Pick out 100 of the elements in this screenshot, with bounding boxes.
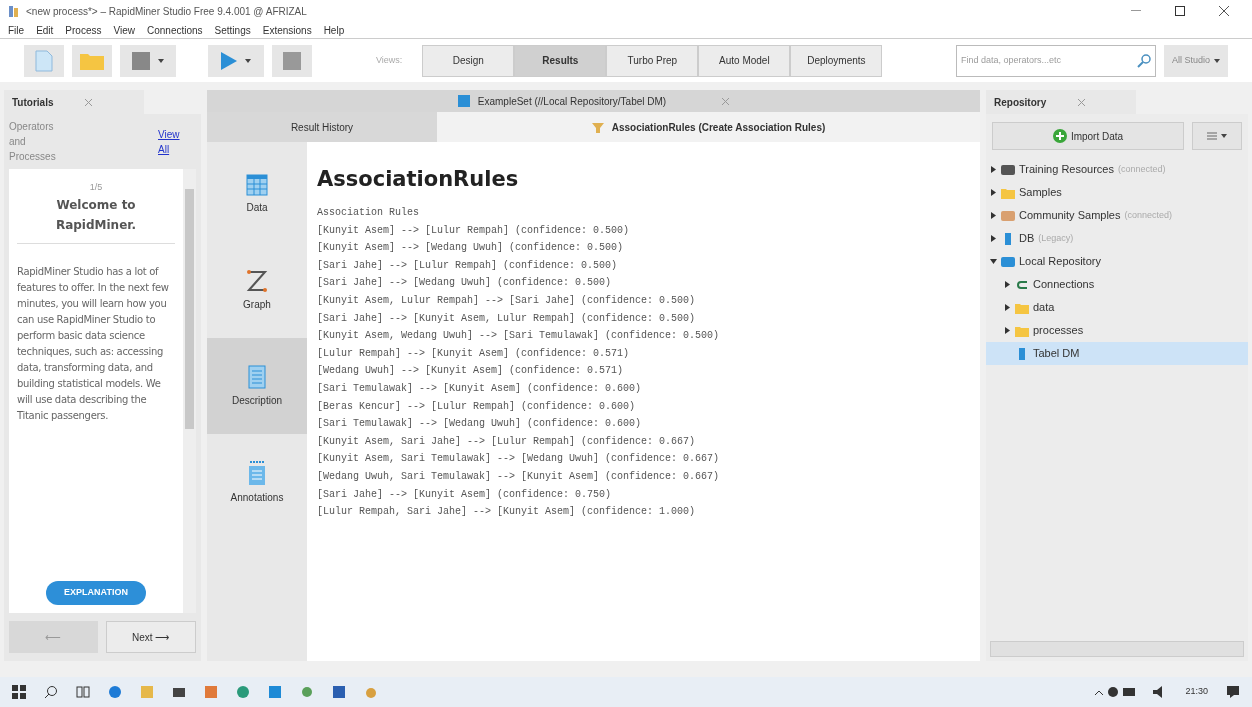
view-tab[interactable]: Results bbox=[514, 44, 607, 77]
tree-item[interactable]: data bbox=[986, 296, 1248, 319]
tree-item[interactable]: DB (Legacy) bbox=[986, 227, 1248, 250]
app-icon[interactable] bbox=[364, 685, 378, 699]
menu-item[interactable]: Process bbox=[65, 22, 102, 38]
view-button[interactable]: Description bbox=[207, 338, 307, 434]
tray-icon[interactable] bbox=[1095, 686, 1136, 698]
save-icon bbox=[132, 51, 150, 70]
table-tab-icon bbox=[457, 95, 470, 107]
tree-label: Local Repository bbox=[1019, 254, 1101, 270]
view-button[interactable]: Graph bbox=[207, 242, 307, 338]
close-icon[interactable] bbox=[1078, 98, 1086, 106]
expander-icon[interactable] bbox=[990, 212, 997, 219]
connection-icon bbox=[1015, 278, 1029, 291]
mail-icon[interactable] bbox=[172, 685, 186, 699]
menu-item[interactable]: Settings bbox=[214, 22, 251, 38]
document-icon bbox=[248, 364, 266, 389]
view-button[interactable]: Data bbox=[207, 146, 307, 242]
page-counter: 1/5 bbox=[89, 181, 103, 194]
expander-icon[interactable] bbox=[990, 189, 997, 196]
next-button[interactable]: Next ⟶ bbox=[105, 621, 196, 653]
import-data-button[interactable]: Import Data bbox=[992, 122, 1184, 150]
play-icon bbox=[221, 51, 237, 70]
tree-label: Community Samples bbox=[1019, 208, 1121, 224]
expander-icon[interactable] bbox=[1004, 281, 1011, 288]
rule-line: [Lulur Rempah] --> [Kunyit Asem] (confidence: 0.571) bbox=[317, 346, 631, 361]
rule-line: [Sari Jahe] --> [Kunyit Asem] (confidence: 0.750) bbox=[317, 487, 613, 502]
results-tab[interactable]: ExampleSet (//Local Repository/Tabel DM) bbox=[477, 93, 667, 109]
tree-item[interactable]: Samples bbox=[986, 181, 1248, 204]
tree-note: (Legacy) bbox=[1038, 231, 1074, 245]
expander-icon[interactable] bbox=[1004, 304, 1011, 311]
rule-line: [Kunyit Asem] --> [Wedang Uwuh] (confidence: 0.500) bbox=[317, 241, 625, 256]
menu-item[interactable]: Help bbox=[323, 22, 345, 38]
menu-item[interactable]: Extensions bbox=[262, 22, 312, 38]
expander-icon[interactable] bbox=[990, 258, 997, 265]
tree-item[interactable]: Training Resources (connected) bbox=[986, 158, 1248, 181]
view-button[interactable]: Annotations bbox=[207, 434, 307, 530]
tree-label: data bbox=[1033, 300, 1055, 316]
tree-item[interactable]: Tabel DM bbox=[986, 342, 1248, 365]
menu-item[interactable]: Connections bbox=[147, 22, 203, 38]
view-tab[interactable]: Deployments bbox=[790, 44, 883, 77]
menu-dropdown-button[interactable] bbox=[1192, 122, 1242, 150]
clock: 21:30 bbox=[1185, 685, 1208, 699]
menu-item[interactable]: Edit bbox=[36, 22, 54, 38]
result-tab[interactable]: Result History bbox=[207, 112, 437, 142]
caret-icon bbox=[1214, 58, 1220, 63]
caret-icon bbox=[158, 58, 164, 63]
tree-label: Training Resources bbox=[1019, 162, 1114, 178]
start-icon[interactable] bbox=[12, 685, 26, 699]
save-button[interactable] bbox=[120, 44, 176, 77]
expander-icon[interactable] bbox=[990, 235, 997, 242]
notification-icon[interactable] bbox=[1226, 685, 1240, 699]
minimize-button[interactable] bbox=[1131, 10, 1141, 12]
view-all-link[interactable]: View All bbox=[158, 126, 184, 157]
menu-item[interactable]: File bbox=[8, 22, 25, 38]
views-label: Views: bbox=[376, 53, 403, 67]
tree-label: Tabel DM bbox=[1033, 346, 1080, 362]
result-tab[interactable]: AssociationRules (Create Association Rules) bbox=[437, 112, 980, 142]
expander-icon[interactable] bbox=[990, 166, 997, 173]
rule-line: [Kunyit Asem, Lulur Rempah] --> [Sari Jahe] (confidence: 0.500) bbox=[317, 293, 697, 308]
expander-icon[interactable] bbox=[1004, 327, 1011, 334]
rule-line: [Beras Kencur] --> [Lulur Rempah] (confidence: 0.600) bbox=[317, 399, 637, 414]
window-title: <new process*> – RapidMiner Studio Free 9.4.001 @ AFRIZAL bbox=[26, 4, 308, 19]
menu-icon bbox=[1207, 132, 1217, 140]
close-icon[interactable] bbox=[722, 97, 730, 105]
tree-label: DB bbox=[1019, 231, 1035, 247]
horizontal-scrollbar[interactable] bbox=[990, 641, 1244, 657]
caret-icon bbox=[1221, 134, 1227, 138]
rule-line: [Lulur Rempah, Sari Jahe] --> [Kunyit Asem] (confidence: 1.000) bbox=[317, 505, 697, 520]
close-button[interactable] bbox=[1219, 6, 1229, 16]
rules-subheading: Association Rules bbox=[317, 206, 421, 220]
run-button[interactable] bbox=[208, 44, 264, 77]
menu-item[interactable]: View bbox=[113, 22, 135, 38]
view-tab[interactable]: Turbo Prep bbox=[606, 44, 699, 77]
rule-line: [Kunyit Asem, Wedang Uwuh] --> [Sari Temulawak] (confidence: 0.500) bbox=[317, 329, 721, 344]
stop-button[interactable] bbox=[272, 44, 312, 77]
scrollbar[interactable] bbox=[183, 169, 196, 613]
rule-line: [Kunyit Asem] --> [Lulur Rempah] (confidence: 0.500) bbox=[317, 223, 631, 238]
result-heading: AssociationRules bbox=[317, 166, 520, 192]
panel-tab[interactable]: Tutorials bbox=[12, 94, 54, 110]
maximize-button[interactable] bbox=[1175, 6, 1185, 16]
close-icon[interactable] bbox=[85, 98, 93, 106]
rule-line: [Sari Temulawak] --> [Kunyit Asem] (confidence: 0.600) bbox=[317, 381, 643, 396]
rule-line: [Sari Jahe] --> [Kunyit Asem, Lulur Rempah] (confidence: 0.500) bbox=[317, 311, 697, 326]
tree-item[interactable]: Local Repository bbox=[986, 250, 1248, 273]
view-tab[interactable]: Auto Model bbox=[698, 44, 791, 77]
tree-item[interactable]: processes bbox=[986, 319, 1248, 342]
tree-item[interactable]: Community Samples (connected) bbox=[986, 204, 1248, 227]
tree-label: Connections bbox=[1033, 277, 1095, 293]
view-tab[interactable]: Design bbox=[422, 44, 515, 77]
tree-item[interactable]: Connections bbox=[986, 273, 1248, 296]
section-title: Operators and Processes bbox=[9, 120, 57, 164]
app-icon[interactable] bbox=[300, 685, 314, 699]
task-view-icon[interactable] bbox=[76, 685, 90, 699]
search-icon[interactable] bbox=[44, 685, 58, 699]
caret-icon bbox=[245, 58, 251, 63]
rules-icon bbox=[591, 121, 604, 133]
server-icon bbox=[1001, 163, 1015, 176]
tree-label: Samples bbox=[1019, 185, 1062, 201]
tree-label: processes bbox=[1033, 323, 1084, 339]
